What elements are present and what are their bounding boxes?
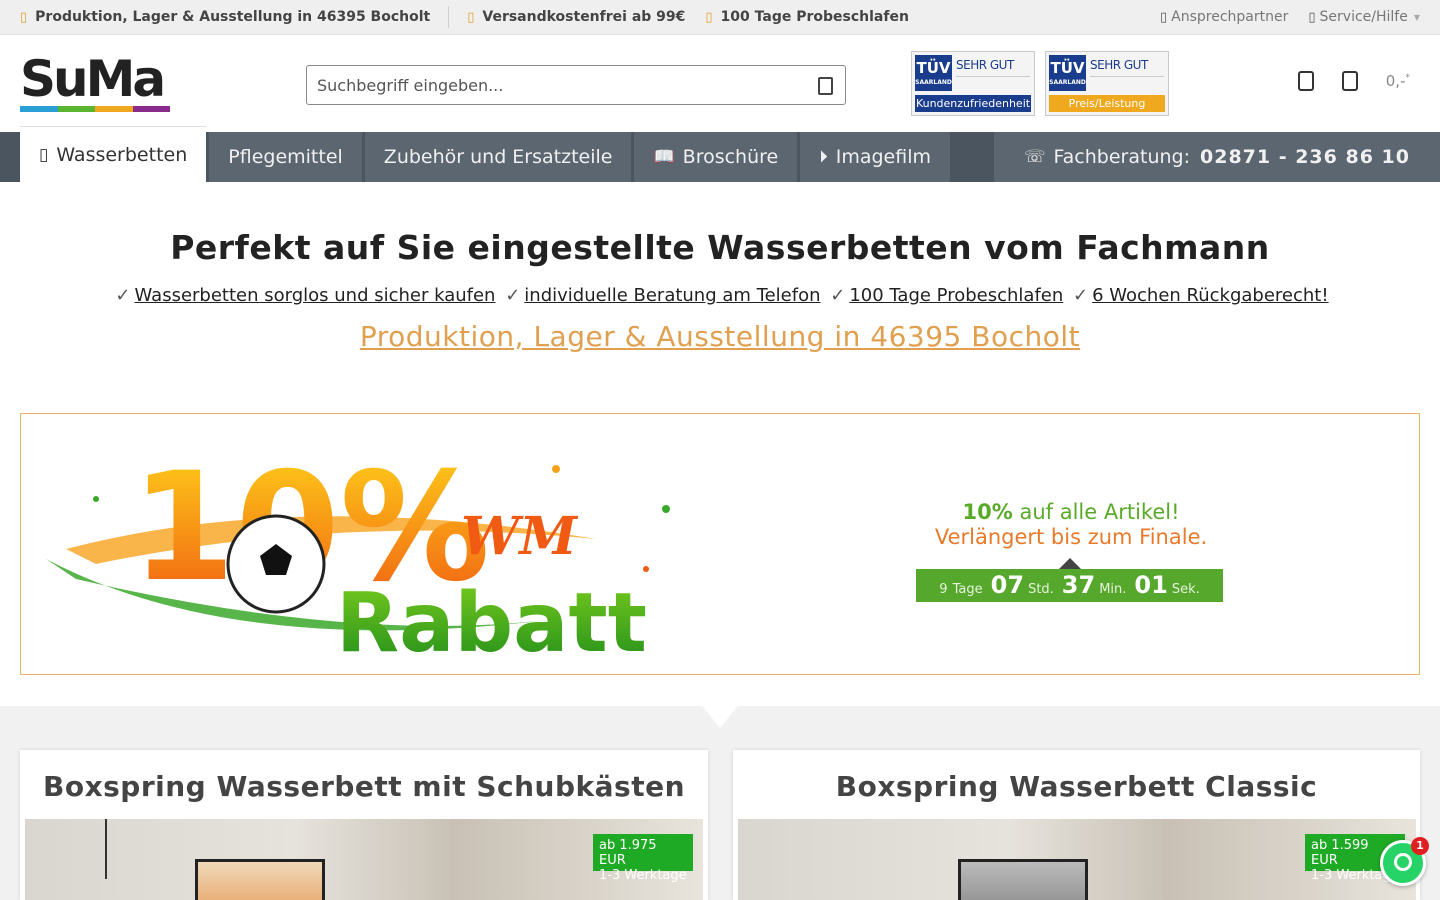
whatsapp-icon (1394, 853, 1412, 871)
bed-icon: ▯ (39, 144, 49, 165)
nav-item-zubehoer[interactable]: Zubehör und Ersatzteile (364, 132, 632, 182)
usp-list: ✓ Wasserbetten sorglos und sicher kaufen … (115, 285, 1329, 306)
tuv-badge-value[interactable]: TÜV SAARLAND SEHR GUT Preis/Leistung (1045, 51, 1169, 116)
product-title: Boxspring Wasserbett Classic (835, 770, 1318, 803)
location-link[interactable]: Produktion, Lager & Ausstellung in 46395… (360, 320, 1080, 353)
moon-icon: ▯ (705, 9, 713, 25)
divider (448, 6, 450, 28)
search-box (306, 65, 846, 105)
account-icon[interactable] (1297, 71, 1314, 91)
logo[interactable]: SuMa (20, 54, 170, 114)
location-icon: ▯ (20, 9, 28, 25)
book-icon: 📖 (653, 147, 675, 167)
notification-badge: 1 (1411, 837, 1429, 855)
usp-location: ▯ Produktion, Lager & Ausstellung in 4639… (20, 9, 431, 25)
page-title: Perfekt auf Sie eingestellte Wasserbette… (170, 228, 1270, 267)
usp-shipping: ▯ Versandkostenfrei ab 99€ (467, 9, 686, 25)
countdown-timer: 9 Tage 07 Std. 37 Min. 01 Sek. (916, 558, 1223, 602)
chevron-down-icon: ▼ (1413, 12, 1420, 22)
usp-trial: ▯ 100 Tage Probeschlafen (705, 9, 909, 25)
hero: Perfekt auf Sie eingestellte Wasserbette… (0, 182, 1440, 353)
cart-button[interactable]: 0,-* (1386, 72, 1410, 90)
product-card[interactable]: Boxspring Wasserbett mit Schubkästen ab … (20, 750, 708, 900)
promo-tag: WM (461, 506, 578, 567)
play-icon: ⏵ (819, 147, 828, 167)
promo-word: Rabatt (336, 576, 647, 659)
search-input[interactable] (317, 75, 815, 95)
help-icon: ▯ (1308, 9, 1316, 25)
nav-item-pflegemittel[interactable]: Pflegemittel (209, 132, 362, 182)
header: SuMa TÜVSAARLAND SEHR GUT Kundenzufriede… (0, 35, 1440, 132)
person-icon: ▯ (1160, 9, 1168, 25)
truck-icon: ▯ (467, 9, 475, 25)
promo-banner[interactable]: 10% WM Rabatt 10% auf alle Artikel! Verl… (20, 413, 1420, 675)
usp-link-return[interactable]: 6 Wochen Rückgaberecht! (1092, 285, 1328, 306)
price-badge: ab 1.975 EUR 1-3 Werktage (593, 834, 693, 883)
search-icon[interactable] (815, 75, 835, 95)
top-bar: ▯ Produktion, Lager & Ausstellung in 4639… (0, 0, 1440, 35)
promo-artwork: 10% WM Rabatt (46, 441, 670, 659)
tuv-badge-satisfaction[interactable]: TÜV SAARLAND SEHR GUT Kundenzufriedenheit (911, 51, 1035, 116)
promo-text: 10% auf alle Artikel! Verlängert bis zum… (934, 500, 1208, 549)
logo-color-bar (20, 105, 170, 112)
product-title: Boxspring Wasserbett mit Schubkästen (42, 770, 685, 803)
main-nav: ▯ Wasserbetten Pflegemittel Zubehör und E… (0, 126, 1440, 182)
service-menu[interactable]: ▯ Service/Hilfe ▼ (1308, 9, 1420, 25)
phone-hotline[interactable]: ☏ Fachberatung: 02871 - 236 86 10 (994, 132, 1440, 182)
wishlist-icon[interactable] (1341, 71, 1358, 91)
whatsapp-button[interactable]: 1 (1380, 837, 1429, 886)
phone-icon: ☏ (1024, 147, 1046, 167)
contact-link[interactable]: ▯ Ansprechpartner (1160, 9, 1288, 25)
nav-item-wasserbetten[interactable]: ▯ Wasserbetten (20, 126, 207, 182)
nav-item-imagefilm[interactable]: ⏵ Imagefilm (800, 132, 950, 182)
usp-link-advice[interactable]: individuelle Beratung am Telefon (524, 285, 820, 306)
usp-link-trial[interactable]: 100 Tage Probeschlafen (849, 285, 1063, 306)
usp-link-safe[interactable]: Wasserbetten sorglos und sicher kaufen (135, 285, 496, 306)
nav-item-broschuere[interactable]: 📖 Broschüre (634, 132, 798, 182)
product-card[interactable]: Boxspring Wasserbett Classic ab 1.599 EU… (733, 750, 1420, 900)
